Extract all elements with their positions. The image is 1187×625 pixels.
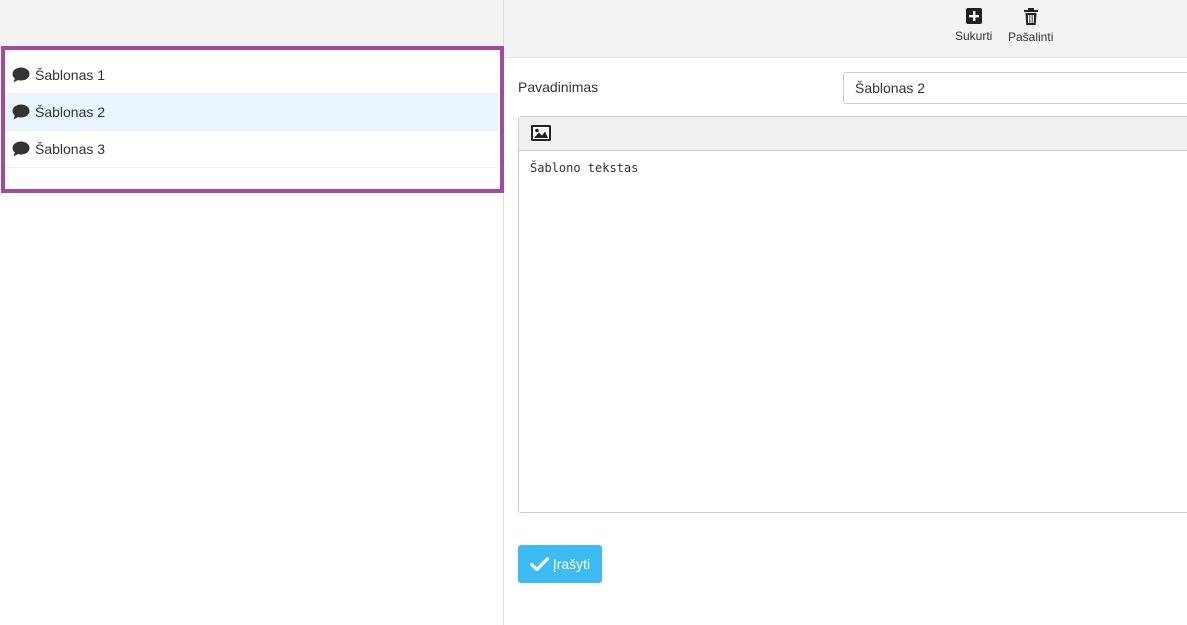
editor-text-area[interactable]: Šablono tekstas xyxy=(519,151,1187,185)
template-list-header xyxy=(0,0,503,48)
name-label: Pavadinimas xyxy=(518,79,599,95)
check-icon xyxy=(529,557,549,571)
list-item-label: Šablonas 1 xyxy=(35,67,106,83)
toolbar: Sukurti Pašalinti xyxy=(504,0,1187,58)
create-button[interactable]: Sukurti xyxy=(955,8,992,43)
delete-button[interactable]: Pašalinti xyxy=(1008,8,1053,44)
editor-toolbar xyxy=(519,117,1187,151)
list-item-label: Šablonas 2 xyxy=(35,104,106,120)
trash-icon xyxy=(1023,8,1038,25)
chat-bubble-icon xyxy=(12,67,30,83)
list-item[interactable]: Šablonas 2 xyxy=(5,94,498,131)
chat-bubble-icon xyxy=(12,104,30,120)
chat-bubble-icon xyxy=(12,141,30,157)
create-button-label: Sukurti xyxy=(955,29,993,43)
list-item-label: Šablonas 3 xyxy=(35,141,106,157)
template-list: Šablonas 1 Šablonas 2 Šablonas 3 xyxy=(5,57,498,168)
template-list-panel: Šablonas 1 Šablonas 2 Šablonas 3 xyxy=(0,0,504,625)
plus-square-icon xyxy=(965,8,982,24)
save-button[interactable]: Įrašyti xyxy=(518,545,602,583)
app-window: Šablonas 1 Šablonas 2 Šablonas 3 Sukurti… xyxy=(0,0,1187,625)
save-button-label: Įrašyti xyxy=(552,556,591,572)
name-input[interactable] xyxy=(843,72,1187,104)
list-item[interactable]: Šablonas 1 xyxy=(5,57,498,94)
delete-button-label: Pašalinti xyxy=(1008,30,1054,44)
image-icon[interactable] xyxy=(531,125,551,141)
template-text-editor: Šablono tekstas xyxy=(518,116,1187,513)
list-item[interactable]: Šablonas 3 xyxy=(5,131,498,168)
